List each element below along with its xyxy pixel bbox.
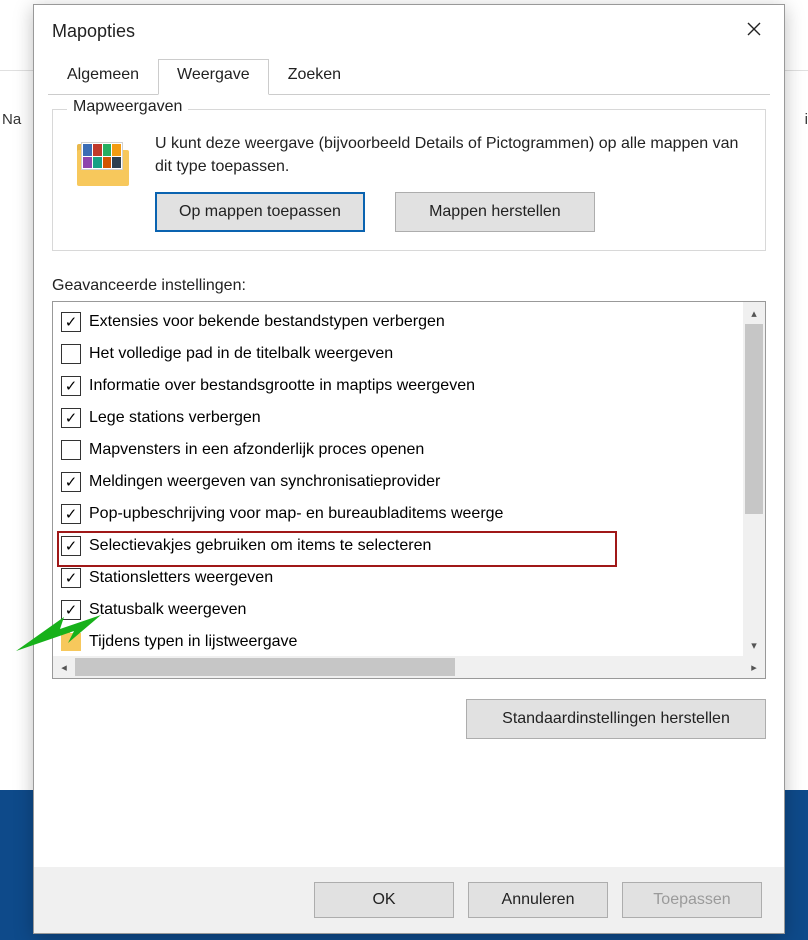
ok-button[interactable]: OK: [314, 882, 454, 918]
advanced-setting-item[interactable]: Statusbalk weergeven: [61, 594, 743, 626]
folder-views-icon: [71, 132, 135, 188]
background-left-text: Na: [2, 111, 21, 128]
setting-label: Statusbalk weergeven: [89, 601, 246, 619]
setting-label: Pop-upbeschrijving voor map- en bureaubl…: [89, 505, 503, 523]
advanced-settings-label: Geavanceerde instellingen:: [52, 277, 766, 295]
setting-checkbox[interactable]: [61, 472, 81, 492]
advanced-setting-item[interactable]: Extensies voor bekende bestandstypen ver…: [61, 306, 743, 338]
advanced-settings-list: Extensies voor bekende bestandstypen ver…: [52, 301, 766, 679]
setting-label: Mapvensters in een afzonderlijk proces o…: [89, 441, 424, 459]
folder-icon: [61, 633, 81, 651]
restore-defaults-button[interactable]: Standaardinstellingen herstellen: [466, 699, 766, 739]
advanced-setting-item[interactable]: Pop-upbeschrijving voor map- en bureaubl…: [61, 498, 743, 530]
scroll-down-button[interactable]: ▾: [743, 634, 765, 656]
setting-label: Informatie over bestandsgrootte in mapti…: [89, 377, 475, 395]
setting-label: Selectievakjes gebruiken om items te sel…: [89, 537, 431, 555]
setting-checkbox[interactable]: [61, 600, 81, 620]
setting-checkbox[interactable]: [61, 408, 81, 428]
setting-label: Stationsletters weergeven: [89, 569, 273, 587]
folder-options-dialog: Mapopties Algemeen Weergave Zoeken Mapwe…: [33, 4, 785, 934]
advanced-setting-item[interactable]: Meldingen weergeven van synchronisatiepr…: [61, 466, 743, 498]
advanced-setting-item[interactable]: Het volledige pad in de titelbalk weerge…: [61, 338, 743, 370]
advanced-setting-item[interactable]: Lege stations verbergen: [61, 402, 743, 434]
setting-checkbox[interactable]: [61, 344, 81, 364]
horizontal-scroll-thumb[interactable]: [75, 658, 455, 676]
tab-view[interactable]: Weergave: [158, 59, 269, 95]
reset-folders-button[interactable]: Mappen herstellen: [395, 192, 595, 232]
setting-group-label: Tijdens typen in lijstweergave: [89, 633, 297, 651]
apply-to-folders-button[interactable]: Op mappen toepassen: [155, 192, 365, 232]
apply-button[interactable]: Toepassen: [622, 882, 762, 918]
tab-general[interactable]: Algemeen: [48, 59, 158, 95]
close-button[interactable]: [732, 11, 776, 47]
setting-checkbox[interactable]: [61, 312, 81, 332]
advanced-setting-item[interactable]: Selectievakjes gebruiken om items te sel…: [61, 530, 743, 562]
setting-checkbox[interactable]: [61, 536, 81, 556]
advanced-setting-item[interactable]: Informatie over bestandsgrootte in mapti…: [61, 370, 743, 402]
setting-label: Lege stations verbergen: [89, 409, 261, 427]
advanced-setting-item[interactable]: Stationsletters weergeven: [61, 562, 743, 594]
scroll-left-button[interactable]: ◂: [53, 656, 75, 678]
advanced-setting-item[interactable]: Mapvensters in een afzonderlijk proces o…: [61, 434, 743, 466]
setting-checkbox[interactable]: [61, 504, 81, 524]
background-right-text: i: [805, 111, 808, 128]
horizontal-scrollbar[interactable]: ◂ ▸: [53, 656, 765, 678]
scroll-right-button[interactable]: ▸: [743, 656, 765, 678]
dialog-title: Mapopties: [52, 21, 135, 42]
tab-strip: Algemeen Weergave Zoeken: [34, 57, 784, 95]
vertical-scroll-thumb[interactable]: [745, 324, 763, 514]
dialog-footer: OK Annuleren Toepassen: [34, 867, 784, 933]
folder-views-legend: Mapweergaven: [67, 98, 188, 116]
folder-views-description: U kunt deze weergave (bijvoorbeeld Detai…: [155, 132, 747, 178]
tab-search[interactable]: Zoeken: [269, 59, 360, 95]
cancel-button[interactable]: Annuleren: [468, 882, 608, 918]
scroll-up-button[interactable]: ▴: [743, 302, 765, 324]
setting-label: Meldingen weergeven van synchronisatiepr…: [89, 473, 440, 491]
vertical-scrollbar[interactable]: ▴ ▾: [743, 302, 765, 656]
setting-checkbox[interactable]: [61, 440, 81, 460]
setting-checkbox[interactable]: [61, 376, 81, 396]
setting-label: Het volledige pad in de titelbalk weerge…: [89, 345, 393, 363]
setting-checkbox[interactable]: [61, 568, 81, 588]
folder-views-group: Mapweergaven U kunt deze weergave (bijvo…: [52, 109, 766, 251]
setting-label: Extensies voor bekende bestandstypen ver…: [89, 313, 445, 331]
close-icon: [746, 21, 762, 37]
advanced-setting-group[interactable]: Tijdens typen in lijstweergave: [61, 626, 743, 656]
